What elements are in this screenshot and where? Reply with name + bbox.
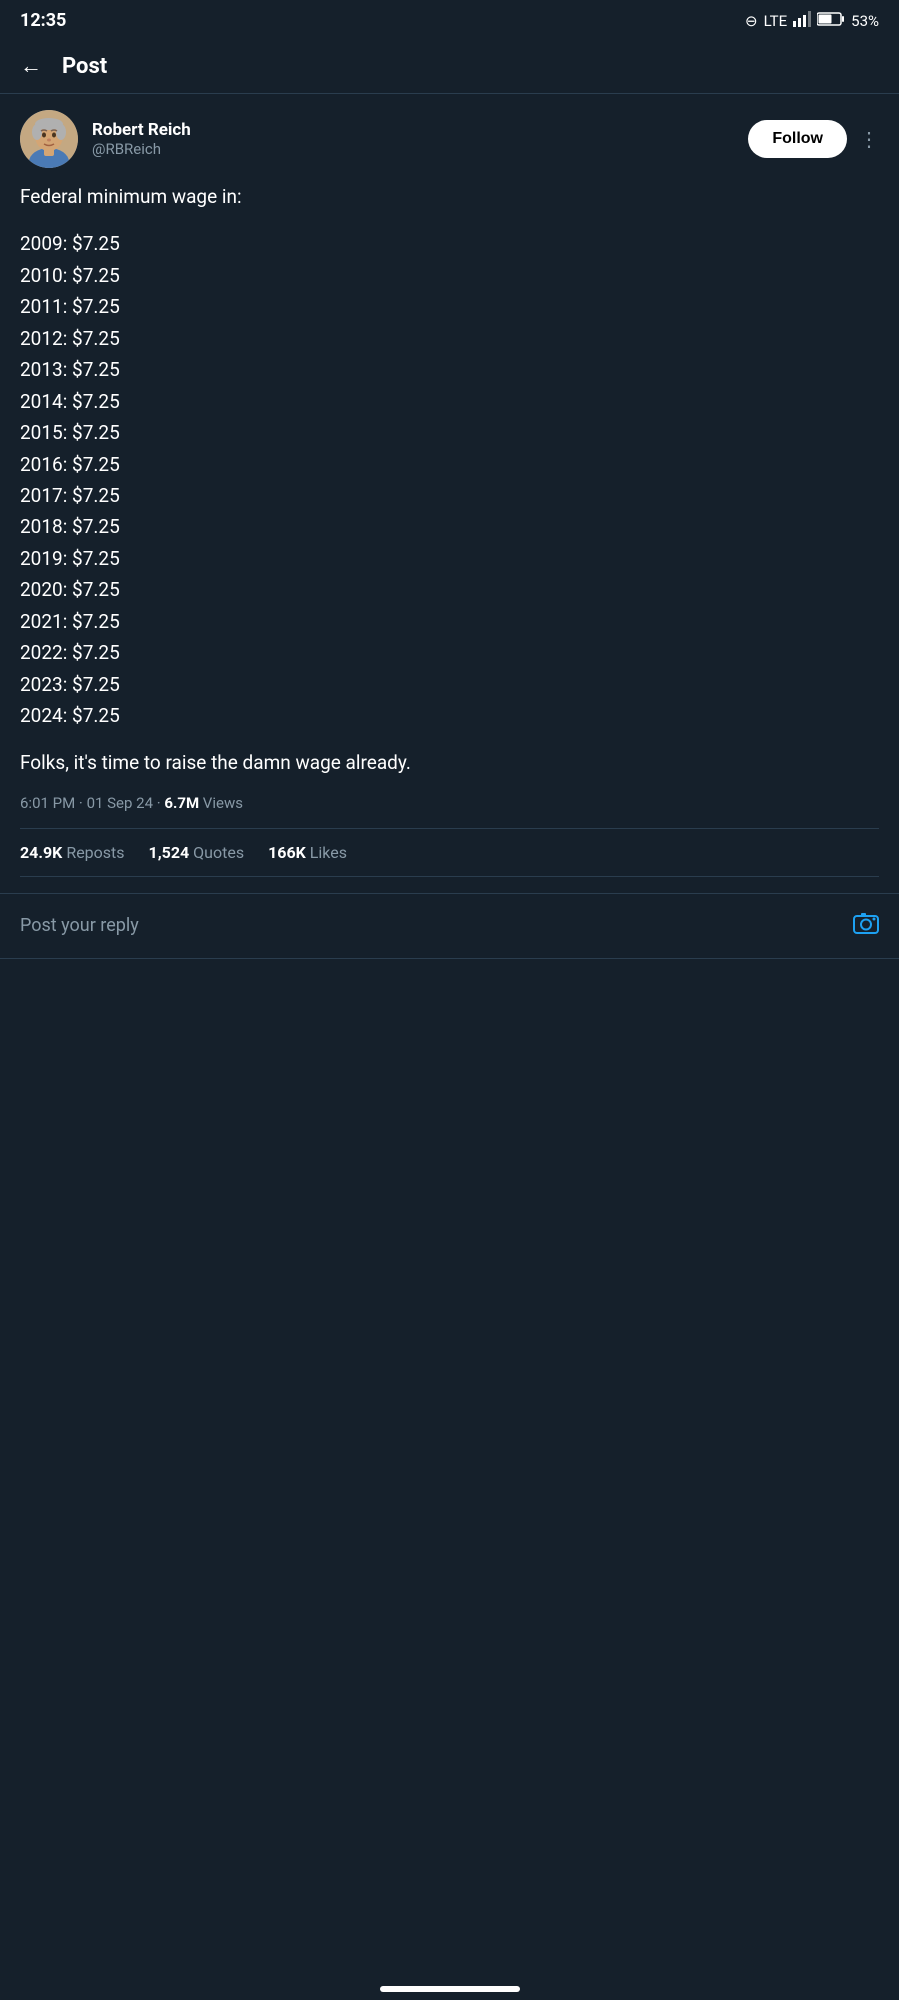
likes-count: 166K — [268, 843, 306, 862]
quotes-label: Quotes — [189, 843, 244, 862]
reposts-stat[interactable]: 24.9K Reposts — [20, 843, 125, 862]
likes-label: Likes — [306, 843, 347, 862]
wage-item: 2019: $7.25 — [20, 544, 879, 573]
wage-item: 2009: $7.25 — [20, 229, 879, 258]
avatar[interactable] — [20, 110, 78, 168]
header: ← Post — [0, 39, 899, 94]
post-intro: Federal minimum wage in: — [20, 182, 879, 211]
lte-label: LTE — [764, 12, 788, 30]
timestamp: 6:01 PM · 01 Sep 24 · 6.7M Views — [20, 794, 879, 812]
more-options-button[interactable]: ⋮ — [859, 127, 879, 151]
display-name: Robert Reich — [92, 120, 191, 140]
wage-item: 2013: $7.25 — [20, 355, 879, 384]
wage-item: 2022: $7.25 — [20, 638, 879, 667]
wage-item: 2012: $7.25 — [20, 324, 879, 353]
battery-icon — [817, 11, 845, 31]
battery-percent: 53% — [851, 12, 879, 30]
wage-item: 2011: $7.25 — [20, 292, 879, 321]
signal-icon — [793, 11, 811, 31]
wage-item: 2016: $7.25 — [20, 450, 879, 479]
stats-row: 24.9K Reposts 1,524 Quotes 166K Likes — [20, 828, 879, 877]
views-count: 6.7M — [164, 794, 199, 812]
home-bar — [380, 1986, 520, 1992]
quotes-count: 1,524 — [149, 843, 190, 862]
likes-stat[interactable]: 166K Likes — [268, 843, 347, 862]
username: @RBReich — [92, 140, 191, 158]
dnd-icon: ⊖ — [745, 12, 758, 30]
reposts-count: 24.9K — [20, 843, 62, 862]
post-container: Robert Reich @RBReich Follow ⋮ Federal m… — [0, 94, 899, 894]
status-time: 12:35 — [20, 10, 66, 31]
post-content: Federal minimum wage in: 2009: $7.25 2010… — [20, 182, 879, 778]
back-button[interactable]: ← — [20, 53, 42, 79]
wage-item: 2017: $7.25 — [20, 481, 879, 510]
wage-item: 2020: $7.25 — [20, 575, 879, 604]
wage-list: 2009: $7.25 2010: $7.252011: $7.25 2012: $… — [20, 229, 879, 730]
status-icons: ⊖ LTE 53% — [745, 11, 879, 31]
post-conclusion: Folks, it's time to raise the damn wage … — [20, 748, 879, 777]
timestamp-text: 6:01 PM · 01 Sep 24 · — [20, 794, 164, 812]
user-actions: Follow ⋮ — [748, 120, 879, 158]
reply-box: Post your reply — [0, 894, 899, 959]
user-names: Robert Reich @RBReich — [92, 120, 191, 158]
reply-input-placeholder[interactable]: Post your reply — [20, 915, 139, 936]
user-row: Robert Reich @RBReich Follow ⋮ — [20, 110, 879, 168]
wage-item: 2021: $7.25 — [20, 607, 879, 636]
wage-item: 2010: $7.25 — [20, 261, 879, 290]
wage-item: 2014: $7.25 — [20, 387, 879, 416]
quotes-stat[interactable]: 1,524 Quotes — [149, 843, 245, 862]
wage-item: 2015: $7.25 — [20, 418, 879, 447]
wage-item: 2023: $7.25 — [20, 670, 879, 699]
reposts-label: Reposts — [62, 843, 124, 862]
status-bar: 12:35 ⊖ LTE 53% — [0, 0, 899, 39]
wage-item: 2024: $7.25 — [20, 701, 879, 730]
page-title: Post — [62, 54, 107, 79]
wage-item: 2018: $7.25 — [20, 512, 879, 541]
home-indicator — [0, 1970, 899, 2000]
views-label: Views — [199, 794, 243, 812]
camera-icon[interactable] — [853, 912, 879, 940]
follow-button[interactable]: Follow — [748, 120, 847, 158]
user-info: Robert Reich @RBReich — [20, 110, 191, 168]
